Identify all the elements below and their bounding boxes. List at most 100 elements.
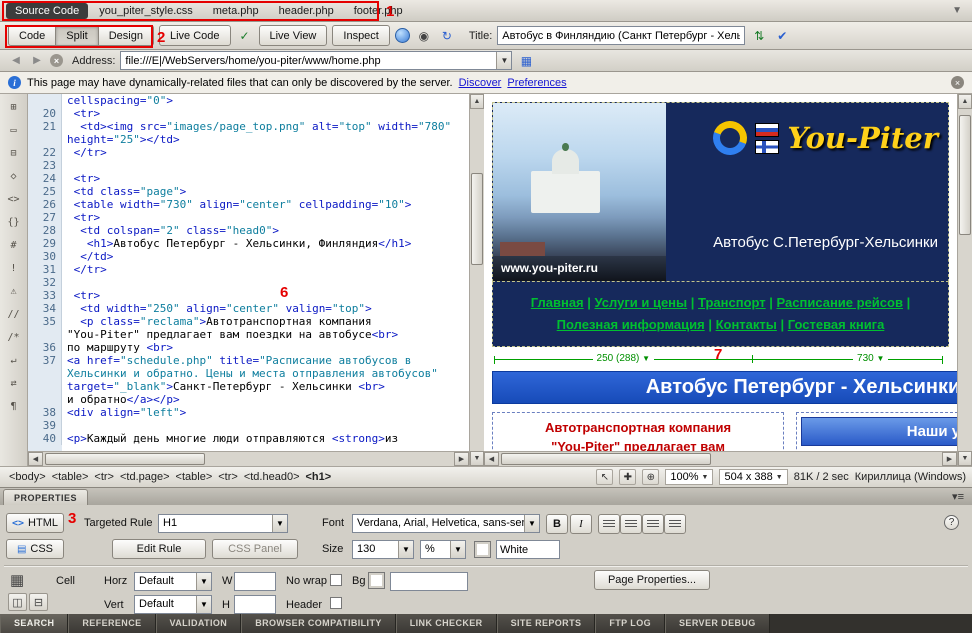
zoom-tool-icon[interactable]: ⊕ <box>642 469 659 485</box>
page-properties-button[interactable]: Page Properties... <box>594 570 710 590</box>
tag-selector-item[interactable]: <td.head0> <box>241 470 303 484</box>
page-heading-bar[interactable]: Автобус Петербург - Хельсинки <box>492 371 957 404</box>
cell-width-input[interactable] <box>234 572 276 591</box>
results-tab-browser-compatibility[interactable]: BROWSER COMPATIBILITY <box>241 614 396 633</box>
text-color-swatch[interactable] <box>474 541 491 558</box>
horz-align-select[interactable]: Default▼ <box>134 572 212 591</box>
properties-tab[interactable]: PROPERTIES <box>3 489 88 505</box>
code-horizontal-scrollbar[interactable]: ◀ ▶ <box>28 451 469 466</box>
stop-icon[interactable]: × <box>50 54 63 67</box>
size-select[interactable]: 130▼ <box>352 540 414 559</box>
tag-selector-item[interactable]: <table> <box>49 470 92 484</box>
tag-selector-item[interactable]: <body> <box>6 470 49 484</box>
hand-tool-icon[interactable]: ✚ <box>619 469 636 485</box>
zoom-level-select[interactable]: 100%▼ <box>665 469 713 485</box>
table-width-label[interactable]: 730 ▼ <box>853 353 888 364</box>
title-field[interactable] <box>497 26 745 45</box>
design-vertical-scrollbar[interactable]: ▲ ▼ <box>957 94 972 466</box>
nav-link[interactable]: Услуги и цены <box>595 295 688 310</box>
align-left-button[interactable] <box>598 514 620 534</box>
cell-height-input[interactable] <box>234 595 276 614</box>
results-tab-link-checker[interactable]: LINK CHECKER <box>396 614 497 633</box>
address-input[interactable] <box>121 52 496 69</box>
css-mode-button[interactable]: ▤CSS <box>6 539 64 559</box>
font-select[interactable]: Verdana, Arial, Helvetica, sans-serif▼ <box>352 514 540 533</box>
address-dropdown-icon[interactable]: ▼ <box>496 52 511 69</box>
remove-comment-icon[interactable]: /* <box>4 328 24 346</box>
collapse-selection-icon[interactable]: ⊟ <box>4 144 24 162</box>
related-file-tab[interactable]: header.php <box>270 3 343 19</box>
filter-related-files-icon[interactable]: ▼ <box>948 5 966 16</box>
wrap-tag-icon[interactable]: ↵ <box>4 351 24 369</box>
nav-link[interactable]: Контакты <box>716 317 777 332</box>
nav-link[interactable]: Главная <box>531 295 584 310</box>
scroll-down-icon[interactable]: ▼ <box>958 451 972 466</box>
split-view-button[interactable]: Split <box>55 25 97 46</box>
bold-button[interactable]: B <box>546 514 568 534</box>
design-preview[interactable]: www.you-piter.ru You-Piter Автобус С.Пет… <box>492 102 949 464</box>
split-cell-icon[interactable]: ⊟ <box>29 593 48 611</box>
visual-aids-icon[interactable]: ◉ <box>415 27 433 45</box>
live-code-button[interactable]: Live Code <box>159 25 231 46</box>
results-tab-search[interactable]: SEARCH <box>0 614 68 633</box>
tag-selector-item[interactable]: <tr> <box>215 470 241 484</box>
scroll-down-icon[interactable]: ▼ <box>470 451 484 466</box>
preview-in-browser-icon[interactable] <box>395 28 410 43</box>
bg-color-swatch[interactable] <box>368 572 385 589</box>
check-browser-compatibility-icon[interactable]: ✓ <box>236 27 254 45</box>
tag-selector-item[interactable]: <h1> <box>303 470 335 484</box>
related-file-tab[interactable]: footer.php <box>345 3 412 19</box>
results-tab-server-debug[interactable]: SERVER DEBUG <box>665 614 770 633</box>
select-parent-tag-icon[interactable]: <> <box>4 190 24 208</box>
format-source-code-icon[interactable]: ¶ <box>4 397 24 415</box>
tag-selector-item[interactable]: <table> <box>173 470 216 484</box>
no-wrap-checkbox[interactable] <box>330 574 342 586</box>
apply-comment-icon[interactable]: // <box>4 305 24 323</box>
header-checkbox[interactable] <box>330 597 342 609</box>
related-file-tab[interactable]: you_piter_style.css <box>90 3 202 19</box>
css-panel-button[interactable]: CSS Panel <box>212 539 298 559</box>
tag-selector-item[interactable]: <tr> <box>91 470 117 484</box>
align-right-button[interactable] <box>642 514 664 534</box>
address-field[interactable]: ▼ <box>120 51 512 70</box>
scroll-up-icon[interactable]: ▲ <box>470 94 484 109</box>
inspect-button[interactable]: Inspect <box>332 25 389 46</box>
nav-link[interactable]: Транспорт <box>698 295 766 310</box>
align-center-button[interactable] <box>620 514 642 534</box>
title-input[interactable] <box>498 27 744 44</box>
balance-braces-icon[interactable]: {} <box>4 213 24 231</box>
file-management-icon[interactable]: ⇅ <box>750 27 768 45</box>
results-tab-reference[interactable]: REFERENCE <box>68 614 155 633</box>
panel-menu-icon[interactable]: ▾≡ <box>952 490 964 503</box>
text-color-input[interactable] <box>496 540 560 559</box>
live-view-button[interactable]: Live View <box>259 25 328 46</box>
refresh-design-view-icon[interactable]: ↻ <box>438 27 456 45</box>
align-justify-button[interactable] <box>664 514 686 534</box>
scroll-up-icon[interactable]: ▲ <box>958 94 972 109</box>
preferences-link[interactable]: Preferences <box>507 77 566 89</box>
help-icon[interactable]: ? <box>944 515 959 530</box>
expand-all-icon[interactable]: ◇ <box>4 167 24 185</box>
tag-selector-item[interactable]: <td.page> <box>117 470 173 484</box>
scroll-right-icon[interactable]: ▶ <box>942 452 957 466</box>
design-horizontal-scrollbar[interactable]: ◀ ▶ <box>484 451 957 466</box>
highlight-invalid-code-icon[interactable]: ! <box>4 259 24 277</box>
column-width-label[interactable]: 250 (288) ▼ <box>593 353 655 364</box>
design-pane[interactable]: www.you-piter.ru You-Piter Автобус С.Пет… <box>484 94 957 466</box>
close-info-bar-icon[interactable]: × <box>951 76 964 89</box>
nav-link[interactable]: Полезная информация <box>557 317 705 332</box>
nav-link[interactable]: Расписание рейсов <box>777 295 903 310</box>
bg-color-input[interactable] <box>390 572 468 591</box>
size-unit-select[interactable]: %▼ <box>420 540 466 559</box>
code-pane[interactable]: cellspacing="0">20 <tr>21 <td><img src="… <box>28 94 469 466</box>
nav-link[interactable]: Гостевая книга <box>788 317 885 332</box>
forward-icon[interactable]: ▶ <box>29 53 45 69</box>
targeted-rule-select[interactable]: H1▼ <box>158 514 288 533</box>
results-tab-ftp-log[interactable]: FTP LOG <box>595 614 665 633</box>
results-tab-validation[interactable]: VALIDATION <box>156 614 242 633</box>
code-editor[interactable]: cellspacing="0">20 <tr>21 <td><img src="… <box>28 94 469 451</box>
source-code-tab[interactable]: Source Code <box>6 3 88 19</box>
edit-rule-button[interactable]: Edit Rule <box>112 539 206 559</box>
live-view-options-icon[interactable]: ▦ <box>517 52 535 70</box>
back-icon[interactable]: ◀ <box>8 53 24 69</box>
